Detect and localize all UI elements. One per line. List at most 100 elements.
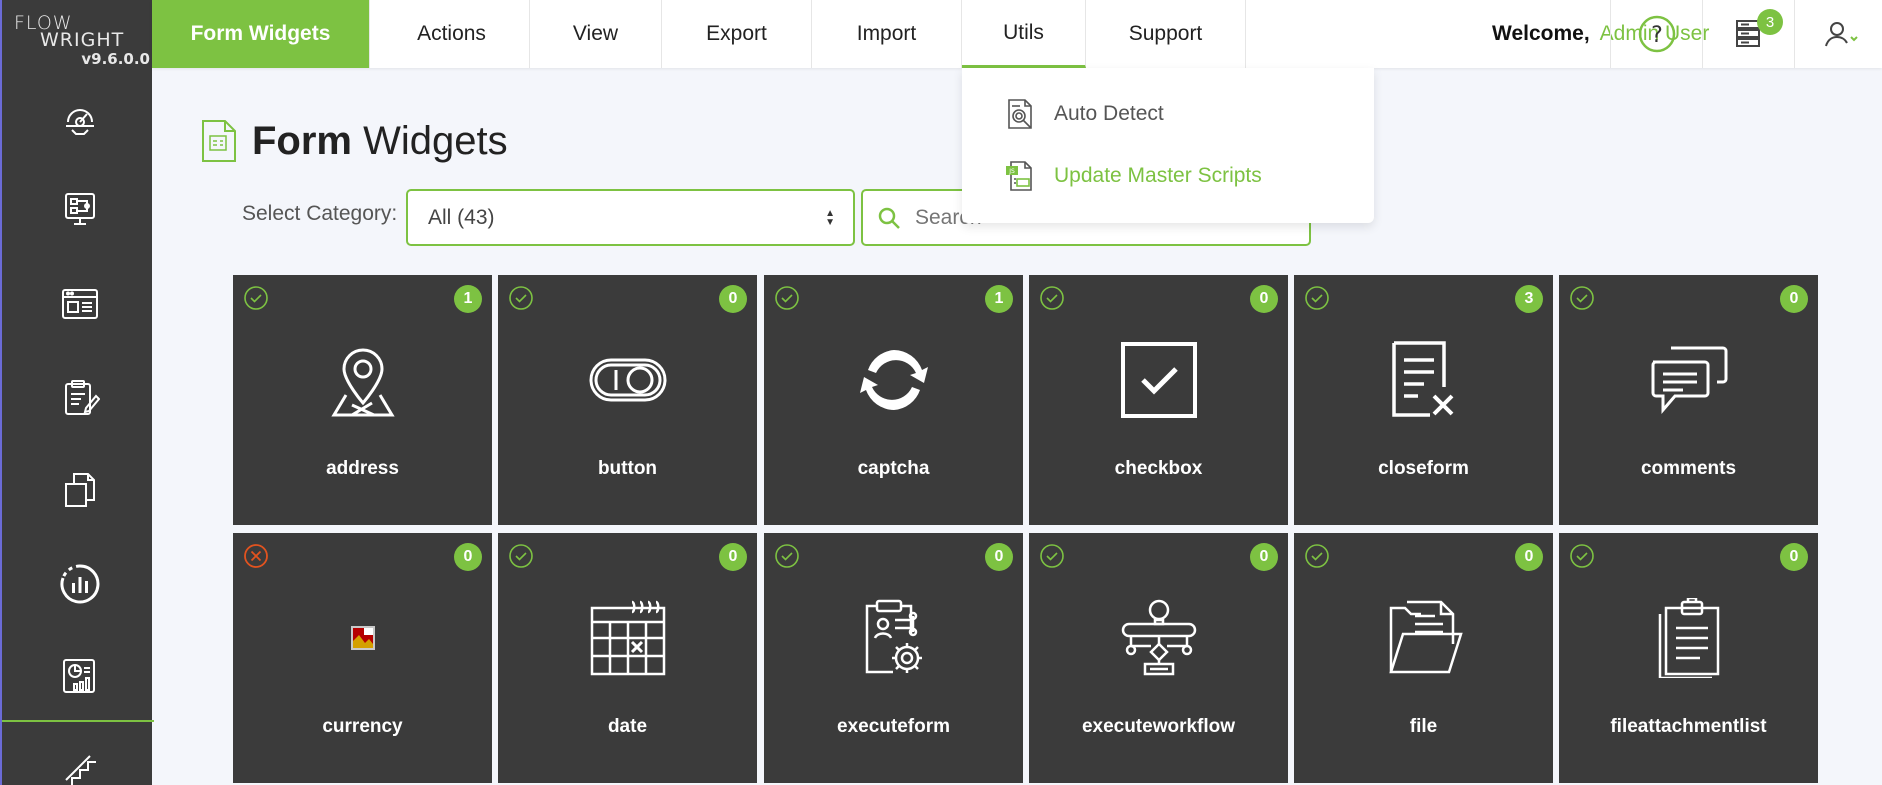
broken-image-icon	[233, 593, 492, 683]
widget-card-button[interactable]: 0 button	[498, 275, 757, 525]
app-version: v9.6.0.0	[81, 50, 150, 68]
widget-card-checkbox[interactable]: 0 checkbox	[1029, 275, 1288, 525]
widget-name: date	[607, 716, 648, 737]
menu-item-label: Update Master Scripts	[1054, 164, 1262, 187]
select-arrows-icon: ▲ ▼	[825, 208, 835, 228]
category-select[interactable]: All (43) ▲ ▼	[406, 189, 855, 246]
folder-icon	[1294, 593, 1553, 683]
process-monitor-icon[interactable]	[58, 188, 102, 232]
svg-text:?: ?	[1651, 23, 1663, 48]
browser-window-icon[interactable]	[58, 282, 102, 326]
close-document-icon	[1294, 335, 1553, 425]
tab-view[interactable]: View	[530, 0, 662, 68]
notifications-button[interactable]: 3	[1702, 0, 1794, 68]
gear-dashboard-icon[interactable]	[58, 96, 102, 140]
stairs-icon[interactable]	[58, 748, 102, 785]
check-circle-icon	[775, 286, 799, 310]
usage-count-badge: 0	[454, 543, 482, 571]
error-circle-icon	[244, 544, 268, 568]
app-logo[interactable]: FLOW WRIGHT v9.6.0.0	[14, 14, 152, 70]
tab-support[interactable]: Support	[1086, 0, 1246, 68]
widget-name: comments	[1640, 458, 1737, 479]
calendar-icon	[498, 593, 757, 683]
svg-text:JS: JS	[1008, 168, 1015, 175]
usage-count-badge: 1	[985, 285, 1013, 313]
usage-count-badge: 0	[719, 543, 747, 571]
map-pin-icon	[233, 335, 492, 425]
widget-name: checkbox	[1114, 458, 1203, 479]
category-selected-value: All (43)	[428, 205, 495, 229]
widget-name: file	[1409, 716, 1438, 737]
workflow-icon	[1029, 593, 1288, 683]
help-icon: ?	[1638, 15, 1675, 53]
usage-count-badge: 0	[1515, 543, 1543, 571]
widget-card-executeworkflow[interactable]: 0 executeworkflow	[1029, 533, 1288, 783]
search-icon	[878, 207, 900, 229]
utils-dropdown-menu: Auto Detect JS Update Master Scripts	[962, 68, 1374, 223]
widget-name: button	[597, 458, 658, 479]
widget-card-file[interactable]: 0 file	[1294, 533, 1553, 783]
form-document-icon	[202, 120, 236, 162]
report-chart-icon[interactable]	[58, 654, 102, 698]
menu-item-update-master-scripts[interactable]: JS Update Master Scripts	[1002, 156, 1262, 196]
notifications-count-badge: 3	[1757, 9, 1783, 35]
widget-card-date[interactable]: 0 date	[498, 533, 757, 783]
category-label: Select Category:	[242, 202, 398, 225]
menu-item-label: Auto Detect	[1054, 102, 1164, 125]
toggle-button-icon	[498, 335, 757, 425]
tab-actions[interactable]: Actions	[374, 0, 530, 68]
widget-name: captcha	[857, 458, 930, 479]
widget-name: fileattachmentlist	[1610, 716, 1767, 737]
check-circle-icon	[509, 544, 533, 568]
usage-count-badge: 0	[1250, 285, 1278, 313]
user-menu-button[interactable]	[1794, 0, 1882, 68]
script-file-icon: JS	[1002, 158, 1038, 194]
tab-utils[interactable]: Utils	[962, 0, 1086, 68]
check-circle-icon	[244, 286, 268, 310]
checkbox-icon	[1029, 335, 1288, 425]
sidebar-divider	[2, 720, 154, 722]
top-navigation-bar: Form Widgets Actions View Export Import …	[152, 0, 1882, 68]
page-title: Form Widgets	[200, 118, 508, 164]
page-title-rest: Widgets	[363, 118, 508, 163]
check-circle-icon	[1305, 286, 1329, 310]
tab-export[interactable]: Export	[662, 0, 812, 68]
chat-bubbles-icon	[1559, 335, 1818, 425]
check-circle-icon	[775, 544, 799, 568]
document-search-icon	[1002, 96, 1038, 132]
welcome-label: Welcome,	[1492, 22, 1590, 45]
usage-count-badge: 0	[1250, 543, 1278, 571]
widget-name: currency	[322, 716, 403, 737]
sidebar: FLOW WRIGHT v9.6.0.0	[0, 0, 154, 785]
check-circle-icon	[1570, 544, 1594, 568]
widget-card-address[interactable]: 1 address	[233, 275, 492, 525]
check-circle-icon	[1305, 544, 1329, 568]
check-circle-icon	[1040, 544, 1064, 568]
usage-count-badge: 0	[985, 543, 1013, 571]
widget-name: executeform	[837, 716, 950, 737]
widget-card-executeform[interactable]: 0 executeform	[764, 533, 1023, 783]
usage-count-badge: 0	[1780, 285, 1808, 313]
usage-count-badge: 3	[1515, 285, 1543, 313]
usage-count-badge: 1	[454, 285, 482, 313]
chart-dial-icon[interactable]	[58, 562, 102, 606]
usage-count-badge: 0	[719, 285, 747, 313]
tab-import[interactable]: Import	[812, 0, 962, 68]
check-circle-icon	[1570, 286, 1594, 310]
clipboard-edit-icon[interactable]	[58, 376, 102, 420]
user-icon	[1824, 22, 1858, 47]
document-page-icon[interactable]	[58, 468, 102, 512]
widget-card-captcha[interactable]: 1 captcha	[764, 275, 1023, 525]
widget-card-fileattachmentlist[interactable]: 0 fileattachmentlist	[1559, 533, 1818, 783]
widget-card-currency[interactable]: 0 currency	[233, 533, 492, 783]
widget-name: executeworkflow	[1081, 716, 1236, 737]
widget-name: address	[326, 458, 399, 479]
clipboard-gear-icon	[764, 593, 1023, 683]
check-circle-icon	[509, 286, 533, 310]
tab-form-widgets[interactable]: Form Widgets	[152, 0, 370, 68]
menu-item-auto-detect[interactable]: Auto Detect	[1002, 94, 1164, 134]
help-button[interactable]: ?	[1610, 0, 1702, 68]
widget-card-closeform[interactable]: 3 closeform	[1294, 275, 1553, 525]
widget-name: closeform	[1378, 458, 1469, 479]
widget-card-comments[interactable]: 0 comments	[1559, 275, 1818, 525]
